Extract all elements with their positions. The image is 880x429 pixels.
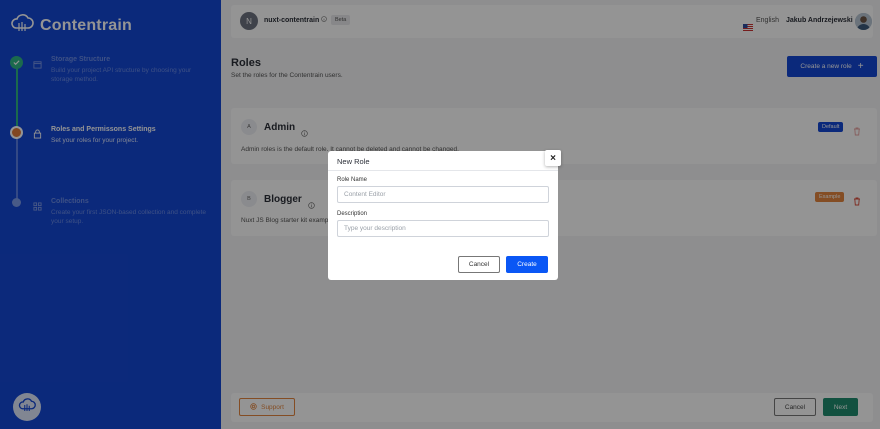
modal-title: New Role bbox=[337, 157, 370, 166]
close-icon[interactable]: × bbox=[545, 150, 561, 166]
modal-create-button[interactable]: Create bbox=[506, 256, 548, 273]
description-label: Description bbox=[337, 211, 368, 217]
modal-divider bbox=[328, 170, 558, 171]
new-role-modal: New Role Role Name Description Cancel Cr… bbox=[328, 151, 558, 280]
description-input[interactable] bbox=[337, 220, 549, 237]
role-name-input[interactable] bbox=[337, 186, 549, 203]
role-name-label: Role Name bbox=[337, 177, 368, 183]
modal-cancel-button[interactable]: Cancel bbox=[458, 256, 500, 273]
